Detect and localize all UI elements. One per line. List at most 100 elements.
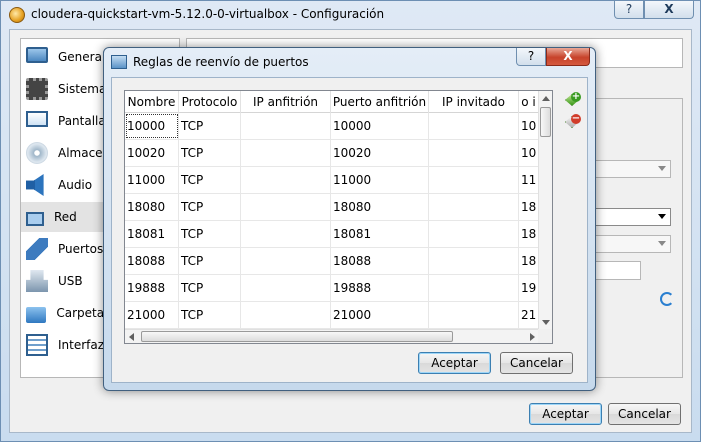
- cell-ip-anfitrion[interactable]: [241, 194, 331, 220]
- cell-puerto-invitado[interactable]: 21: [519, 302, 539, 328]
- chevron-down-icon: [658, 166, 666, 171]
- dialog-content: Nombre Protocolo IP anfitrión Puerto anf…: [111, 77, 588, 383]
- cell-puerto-anfitrion[interactable]: 18081: [331, 221, 429, 247]
- mac-address-field[interactable]: [593, 261, 641, 280]
- cell-protocolo[interactable]: TCP: [179, 302, 241, 328]
- vertical-scroll-thumb[interactable]: [540, 107, 551, 137]
- cell-ip-anfitrion[interactable]: [241, 113, 331, 139]
- adapter-name-combo[interactable]: [593, 208, 671, 226]
- column-header-puerto-anfitrion[interactable]: Puerto anfitrión: [331, 91, 429, 113]
- column-header-puerto-invitado[interactable]: o i: [519, 91, 539, 113]
- scroll-up-arrow-icon[interactable]: [542, 96, 550, 101]
- monitor-icon: [26, 47, 48, 63]
- minus-badge: −: [571, 113, 581, 124]
- cell-ip-invitado[interactable]: [429, 248, 519, 274]
- table-row[interactable]: 18088 TCP 18088 18: [125, 248, 539, 275]
- cell-nombre[interactable]: 21000: [125, 302, 179, 328]
- cancel-button[interactable]: Cancelar: [608, 403, 681, 425]
- dialog-cancel-button[interactable]: Cancelar: [500, 352, 573, 374]
- cell-puerto-anfitrion[interactable]: 19888: [331, 275, 429, 301]
- column-header-nombre[interactable]: Nombre: [125, 91, 179, 113]
- cell-puerto-invitado[interactable]: 18: [519, 221, 539, 247]
- table-row[interactable]: 10020 TCP 10020 10: [125, 140, 539, 167]
- interface-icon: [26, 334, 48, 356]
- serial-port-icon: [26, 238, 48, 260]
- cell-ip-invitado[interactable]: [429, 275, 519, 301]
- cell-puerto-invitado[interactable]: 18: [519, 194, 539, 220]
- cell-nombre[interactable]: 18081: [125, 221, 179, 247]
- cell-nombre[interactable]: 10000: [125, 113, 179, 139]
- cell-puerto-anfitrion[interactable]: 18080: [331, 194, 429, 220]
- cell-protocolo[interactable]: TCP: [179, 194, 241, 220]
- horizontal-scroll-thumb[interactable]: [141, 331, 453, 342]
- table-row[interactable]: 18080 TCP 18080 18: [125, 194, 539, 221]
- column-header-ip-anfitrion[interactable]: IP anfitrión: [241, 91, 331, 113]
- cell-nombre[interactable]: 11000: [125, 167, 179, 193]
- table-row[interactable]: 11000 TCP 11000 11: [125, 167, 539, 194]
- cell-puerto-invitado[interactable]: 10: [519, 140, 539, 166]
- attached-to-combo[interactable]: [593, 160, 671, 178]
- table-row[interactable]: 10000 TCP 10000 10: [125, 113, 539, 140]
- window-help-button[interactable]: ?: [614, 1, 644, 19]
- cell-nombre[interactable]: 19888: [125, 275, 179, 301]
- table-row[interactable]: 18081 TCP 18081 18: [125, 221, 539, 248]
- accept-button[interactable]: Aceptar: [529, 403, 602, 425]
- chevron-down-icon: [658, 241, 666, 246]
- scroll-right-arrow-icon[interactable]: [530, 333, 535, 341]
- cell-puerto-anfitrion[interactable]: 11000: [331, 167, 429, 193]
- cell-protocolo[interactable]: TCP: [179, 275, 241, 301]
- horizontal-scrollbar[interactable]: [125, 329, 539, 343]
- port-rules-table[interactable]: Nombre Protocolo IP anfitrión Puerto anf…: [124, 90, 553, 344]
- window-close-button[interactable]: X: [644, 1, 694, 19]
- cell-puerto-invitado[interactable]: 18: [519, 248, 539, 274]
- cell-ip-anfitrion[interactable]: [241, 248, 331, 274]
- cell-puerto-anfitrion[interactable]: 10000: [331, 113, 429, 139]
- refresh-mac-icon[interactable]: [660, 292, 674, 306]
- cell-ip-anfitrion[interactable]: [241, 221, 331, 247]
- promiscuous-mode-combo[interactable]: [593, 235, 671, 253]
- dialog-close-button[interactable]: X: [546, 48, 590, 66]
- add-rule-icon[interactable]: +: [565, 92, 581, 108]
- cell-puerto-invitado[interactable]: 19: [519, 275, 539, 301]
- cell-ip-invitado[interactable]: [429, 167, 519, 193]
- window-titlebar[interactable]: cloudera-quickstart-vm-5.12.0-0-virtualb…: [1, 1, 700, 29]
- cell-ip-invitado[interactable]: [429, 194, 519, 220]
- cell-puerto-invitado[interactable]: 11: [519, 167, 539, 193]
- dialog-help-button[interactable]: ?: [516, 48, 546, 66]
- cell-protocolo[interactable]: TCP: [179, 221, 241, 247]
- vertical-scrollbar[interactable]: [538, 91, 552, 330]
- cell-ip-invitado[interactable]: [429, 113, 519, 139]
- scroll-down-arrow-icon[interactable]: [542, 320, 550, 325]
- cell-ip-invitado[interactable]: [429, 140, 519, 166]
- cell-protocolo[interactable]: TCP: [179, 140, 241, 166]
- cell-ip-anfitrion[interactable]: [241, 302, 331, 328]
- table-row[interactable]: 21000 TCP 21000 21: [125, 302, 539, 329]
- table-row[interactable]: 19888 TCP 19888 19: [125, 275, 539, 302]
- dialog-network-icon: [111, 55, 127, 69]
- cell-protocolo[interactable]: TCP: [179, 248, 241, 274]
- cell-nombre[interactable]: 10020: [125, 140, 179, 166]
- column-header-ip-invitado[interactable]: IP invitado: [429, 91, 519, 113]
- remove-rule-icon[interactable]: −: [565, 114, 581, 130]
- sidebar-item-label: Pantalla: [58, 114, 106, 128]
- cell-protocolo[interactable]: TCP: [179, 167, 241, 193]
- cell-puerto-anfitrion[interactable]: 10020: [331, 140, 429, 166]
- cell-nombre[interactable]: 18080: [125, 194, 179, 220]
- cell-protocolo[interactable]: TCP: [179, 113, 241, 139]
- virtualbox-app-icon: [9, 7, 25, 23]
- cell-ip-invitado[interactable]: [429, 302, 519, 328]
- dialog-accept-button[interactable]: Aceptar: [418, 352, 491, 374]
- cell-ip-anfitrion[interactable]: [241, 140, 331, 166]
- cell-nombre[interactable]: 18088: [125, 248, 179, 274]
- cell-ip-anfitrion[interactable]: [241, 275, 331, 301]
- column-header-protocolo[interactable]: Protocolo: [179, 91, 241, 113]
- cell-puerto-invitado[interactable]: 10: [519, 113, 539, 139]
- scroll-corner: [538, 329, 552, 343]
- cell-ip-invitado[interactable]: [429, 221, 519, 247]
- cell-ip-anfitrion[interactable]: [241, 167, 331, 193]
- cell-puerto-anfitrion[interactable]: 21000: [331, 302, 429, 328]
- scroll-left-arrow-icon[interactable]: [129, 333, 134, 341]
- plus-badge: +: [571, 91, 581, 102]
- chip-icon: [26, 78, 48, 100]
- cell-puerto-anfitrion[interactable]: 18088: [331, 248, 429, 274]
